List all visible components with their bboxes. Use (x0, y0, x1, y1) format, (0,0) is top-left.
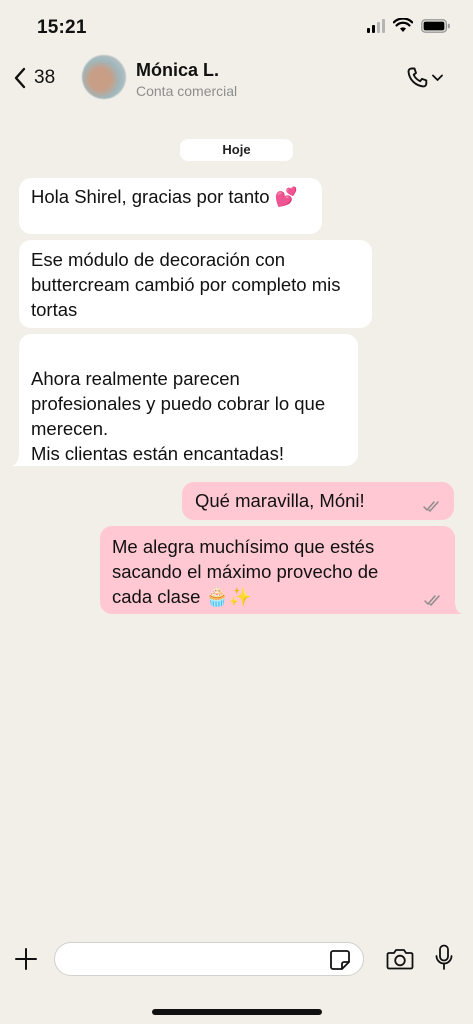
unread-count: 38 (34, 67, 56, 88)
cellular-signal-icon (367, 18, 385, 33)
date-separator: Hoje (180, 139, 293, 161)
message-bubble-incoming[interactable]: Hola Shirel, gracias por tanto 💕 (19, 178, 322, 234)
message-text: Ese módulo de decoración con buttercream… (31, 249, 341, 320)
back-chevron-icon (14, 67, 26, 89)
message-bubble-outgoing[interactable]: Me alegra muchísimo que estés sacando el… (100, 526, 462, 614)
avatar[interactable] (82, 55, 126, 99)
contact-subtitle: Conta comercial (136, 83, 238, 99)
call-button[interactable] (405, 66, 443, 90)
message-bubble-incoming[interactable]: Ese módulo de decoración con buttercream… (19, 240, 372, 328)
back-button[interactable]: 38 (12, 66, 55, 90)
message-text: Qué maravilla, Móni! (195, 490, 365, 511)
bubble-tail (12, 452, 26, 466)
chat-header: 38 Mónica L. Conta comercial (0, 54, 473, 110)
status-time: 15:21 (37, 17, 87, 38)
message-text: Hola Shirel, gracias por tanto 💕 (31, 186, 298, 207)
phone-icon (407, 67, 428, 88)
message-input[interactable] (69, 943, 333, 975)
wifi-icon (393, 18, 413, 32)
bubble-tail (448, 600, 462, 614)
home-indicator[interactable] (152, 1009, 322, 1015)
battery-icon (421, 18, 450, 33)
status-icons (367, 18, 451, 33)
message-composer (0, 938, 473, 982)
message-bubble-incoming[interactable]: Ahora realmente parecen profesionales y … (12, 334, 358, 466)
message-text: Ahora realmente parecen profesionales y … (31, 368, 326, 464)
double-check-icon (424, 595, 440, 606)
sticker-icon[interactable] (329, 949, 351, 971)
status-bar: 15:21 (0, 0, 473, 54)
camera-icon[interactable] (386, 947, 414, 971)
microphone-icon[interactable] (434, 944, 454, 972)
contact-name[interactable]: Mónica L. (136, 60, 219, 81)
plus-icon[interactable] (14, 947, 38, 971)
message-text: Me alegra muchísimo que estés sacando el… (112, 536, 379, 607)
chevron-down-icon (432, 74, 443, 81)
double-check-icon (423, 501, 439, 512)
message-bubble-outgoing[interactable]: Qué maravilla, Móni! (182, 482, 454, 520)
message-input-container (54, 942, 364, 976)
